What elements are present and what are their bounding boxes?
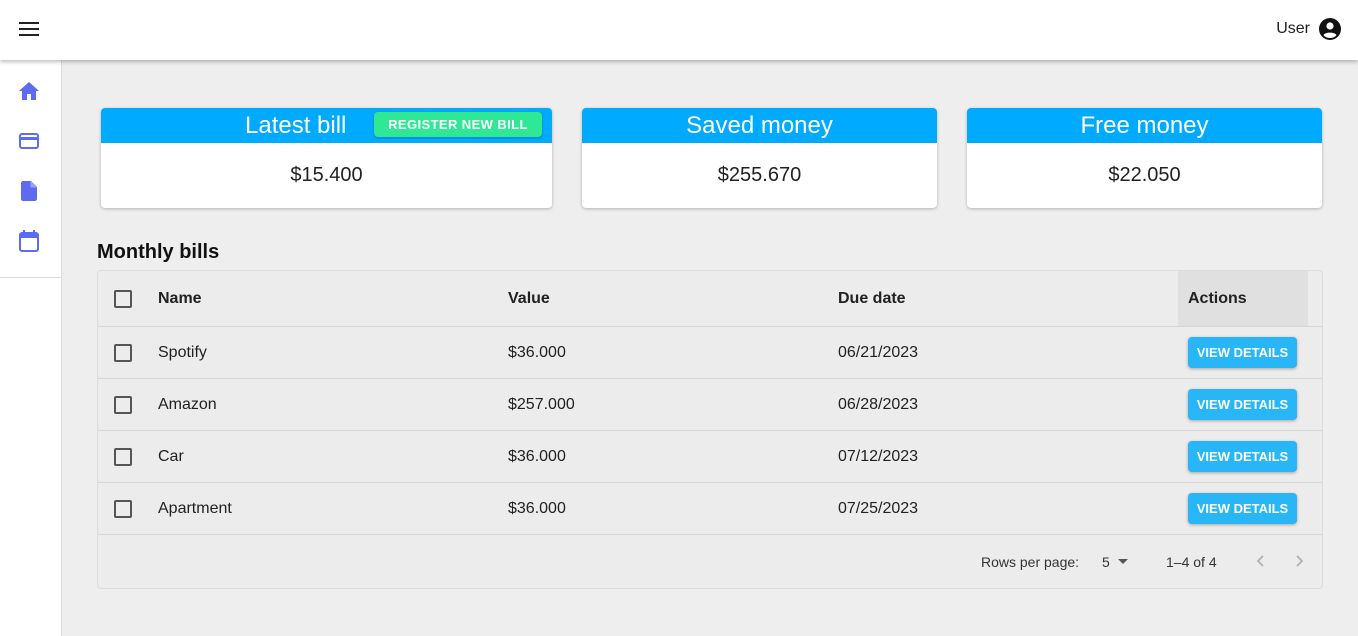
table-pagination: Rows per page: 5 1–4 of 4	[98, 535, 1322, 588]
rows-per-page-select[interactable]: 5	[1102, 535, 1128, 588]
row-checkbox[interactable]	[114, 448, 132, 466]
sidebar-item-bills[interactable]	[14, 126, 44, 156]
sidebar-item-documents[interactable]	[14, 176, 44, 206]
bill-value: $257.000	[508, 395, 575, 413]
card-value: $15.400	[290, 164, 363, 186]
pagination-range: 1–4 of 4	[1166, 553, 1217, 570]
view-details-button[interactable]: VIEW DETAILS	[1188, 337, 1297, 368]
sidebar	[0, 60, 62, 636]
section-title: Monthly bills	[97, 241, 220, 263]
bill-name: Amazon	[158, 395, 217, 413]
table-row[interactable]: Spotify $36.000 06/21/2023 VIEW DETAILS	[98, 327, 1322, 379]
file-icon	[21, 181, 37, 201]
saved-money-card: Saved money $255.670	[582, 108, 937, 208]
bill-due-date: 07/25/2023	[838, 499, 919, 517]
table-row[interactable]: Amazon $257.000 06/28/2023 VIEW DETAILS	[98, 379, 1322, 431]
sidebar-nav	[0, 60, 61, 278]
user-menu[interactable]: User	[1276, 15, 1342, 43]
previous-page-button[interactable]	[1248, 549, 1272, 573]
column-header-name[interactable]: Name	[158, 271, 202, 326]
latest-bill-card: Latest bill REGISTER NEW BILL $15.400	[101, 108, 552, 208]
bill-name: Apartment	[158, 499, 232, 517]
bill-due-date: 06/21/2023	[838, 343, 919, 361]
chevron-right-icon	[1296, 555, 1304, 567]
bill-value: $36.000	[508, 447, 566, 465]
table-header-row: Name Value Due date Actions	[98, 271, 1322, 327]
menu-icon	[19, 22, 39, 36]
bill-due-date: 06/28/2023	[838, 395, 919, 413]
bill-name: Car	[158, 447, 184, 465]
credit-card-icon	[19, 133, 39, 149]
card-title: Latest bill	[245, 111, 347, 139]
register-new-bill-button[interactable]: REGISTER NEW BILL	[374, 112, 542, 137]
row-checkbox[interactable]	[114, 396, 132, 414]
card-header: Saved money	[582, 108, 937, 143]
bill-due-date: 07/12/2023	[838, 447, 919, 465]
view-details-button[interactable]: VIEW DETAILS	[1188, 493, 1297, 524]
rows-per-page-value: 5	[1102, 553, 1110, 570]
bill-value: $36.000	[508, 343, 566, 361]
bills-table: Name Value Due date Actions Spotify $36.…	[97, 270, 1323, 589]
sidebar-item-calendar[interactable]	[14, 226, 44, 256]
home-icon	[19, 82, 39, 100]
view-details-button[interactable]: VIEW DETAILS	[1188, 389, 1297, 420]
chevron-left-icon	[1256, 555, 1264, 567]
card-title: Free money	[1080, 111, 1209, 139]
sidebar-item-home[interactable]	[14, 76, 44, 106]
bill-value: $36.000	[508, 499, 566, 517]
free-money-card: Free money $22.050	[967, 108, 1322, 208]
dropdown-arrow-icon	[1117, 559, 1128, 564]
card-value: $22.050	[1108, 164, 1181, 186]
table-row[interactable]: Car $36.000 07/12/2023 VIEW DETAILS	[98, 431, 1322, 483]
column-header-value[interactable]: Value	[508, 271, 550, 326]
app-bar: User	[0, 0, 1358, 60]
calendar-icon	[19, 230, 39, 252]
column-header-due-date[interactable]: Due date	[838, 271, 906, 326]
row-checkbox[interactable]	[114, 500, 132, 518]
rows-per-page-label: Rows per page:	[981, 553, 1080, 570]
column-header-actions: Actions	[1188, 289, 1247, 307]
table-row[interactable]: Apartment $36.000 07/25/2023 VIEW DETAIL…	[98, 483, 1322, 535]
row-checkbox[interactable]	[114, 344, 132, 362]
user-label: User	[1276, 20, 1310, 37]
card-header: Free money	[967, 108, 1322, 143]
select-all-checkbox[interactable]	[114, 290, 132, 308]
account-circle-icon	[1319, 18, 1341, 40]
card-header: Latest bill REGISTER NEW BILL	[101, 108, 552, 143]
view-details-button[interactable]: VIEW DETAILS	[1188, 441, 1297, 472]
card-title: Saved money	[686, 111, 833, 139]
menu-button[interactable]	[14, 14, 44, 44]
bill-name: Spotify	[158, 343, 207, 361]
card-value: $255.670	[717, 164, 802, 186]
next-page-button[interactable]	[1288, 549, 1312, 573]
